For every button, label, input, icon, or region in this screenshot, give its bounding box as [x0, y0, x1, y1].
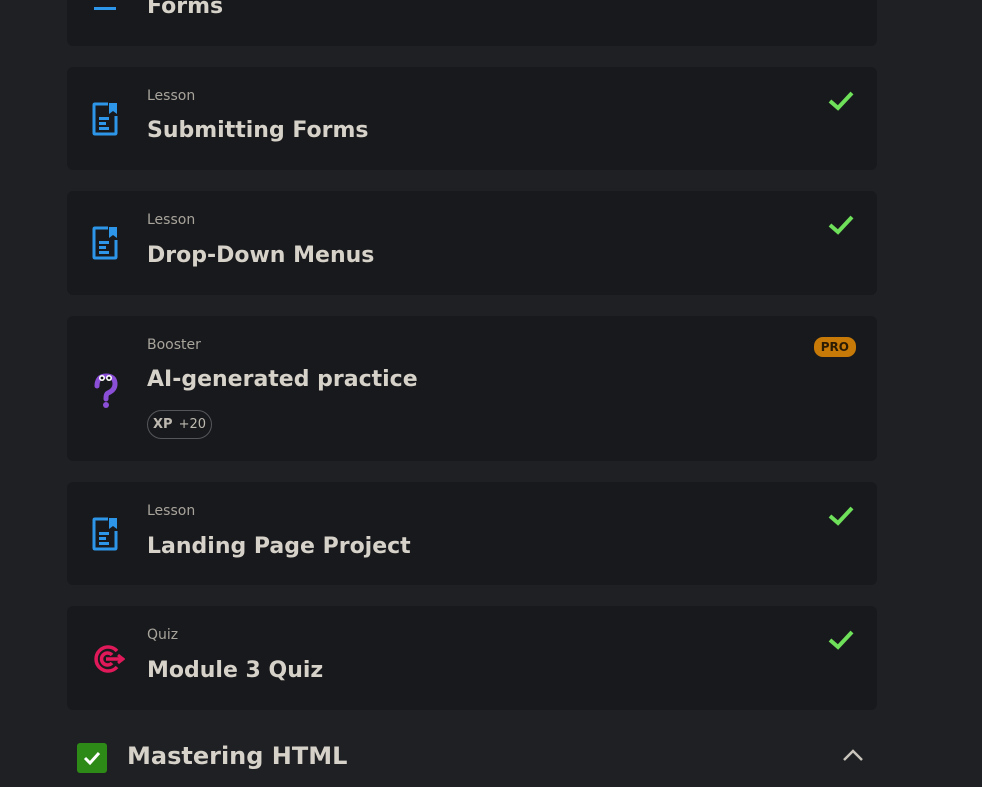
completed-check-icon	[827, 629, 855, 655]
quiz-target-icon	[91, 643, 126, 679]
quiz-card[interactable]: Quiz Module 3 Quiz	[67, 606, 877, 710]
chevron-up-icon[interactable]	[841, 747, 865, 767]
completed-check-icon	[827, 505, 855, 531]
lesson-title: Forms	[147, 0, 224, 19]
module-section-header[interactable]: Mastering HTML	[67, 735, 877, 785]
lesson-document-icon	[91, 226, 121, 264]
item-type-label: Lesson	[147, 88, 196, 104]
booster-card[interactable]: Booster AI-generated practice XP +20 PRO	[67, 316, 877, 461]
question-mascot-icon	[91, 372, 121, 414]
xp-value: +20	[178, 417, 206, 432]
booster-title: AI-generated practice	[147, 367, 418, 392]
completed-check-icon	[827, 90, 855, 116]
lesson-card[interactable]: Forms	[67, 0, 877, 46]
section-completed-check-icon	[77, 743, 107, 773]
item-type-label: Booster	[147, 337, 201, 353]
item-type-label: Quiz	[147, 627, 179, 643]
lesson-document-icon	[91, 102, 121, 140]
lesson-card[interactable]: Lesson Submitting Forms	[67, 67, 877, 170]
pro-badge: PRO	[813, 337, 856, 357]
xp-reward-badge: XP +20	[147, 410, 212, 439]
quiz-title: Module 3 Quiz	[147, 658, 324, 683]
lesson-document-icon	[91, 517, 121, 555]
lesson-title: Drop-Down Menus	[147, 243, 375, 268]
xp-label: XP	[153, 417, 173, 432]
section-title: Mastering HTML	[127, 742, 348, 770]
lesson-title: Landing Page Project	[147, 534, 411, 559]
lesson-card[interactable]: Lesson Landing Page Project	[67, 482, 877, 585]
item-type-label: Lesson	[147, 503, 196, 519]
completed-check-icon	[827, 214, 855, 240]
lesson-card[interactable]: Lesson Drop-Down Menus	[67, 191, 877, 295]
lesson-title: Submitting Forms	[147, 118, 369, 143]
lesson-document-icon	[91, 0, 121, 17]
item-type-label: Lesson	[147, 212, 196, 228]
